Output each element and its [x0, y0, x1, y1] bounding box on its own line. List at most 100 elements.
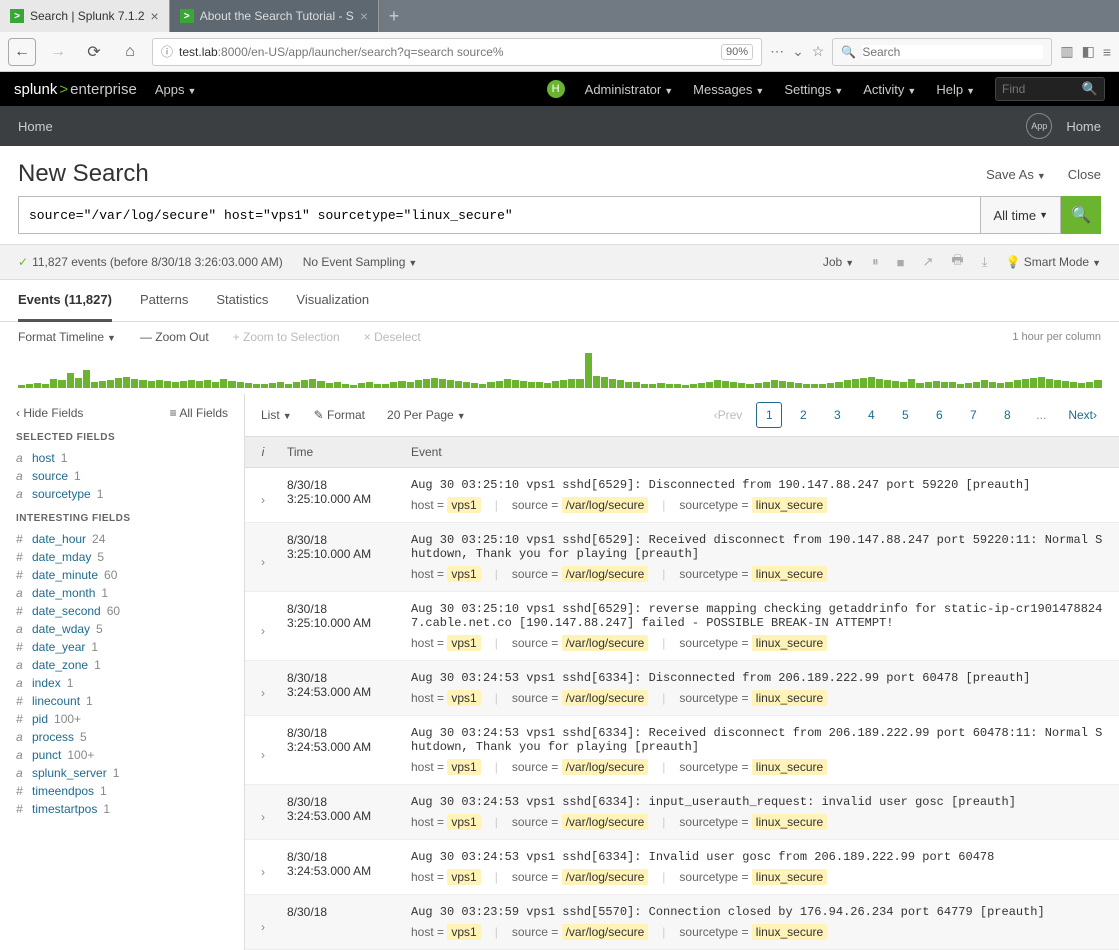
timeline-bar[interactable] [633, 382, 640, 388]
timeline-bar[interactable] [463, 382, 470, 388]
field-name[interactable]: date_mday [32, 550, 91, 564]
sourcetype-value[interactable]: linux_secure [752, 497, 827, 513]
event-time[interactable]: 8/30/183:24:53.000 AM [281, 785, 401, 839]
timeline-bar[interactable] [714, 380, 721, 388]
page-5[interactable]: 5 [892, 402, 918, 428]
timeline-bar[interactable] [957, 384, 964, 388]
timeline-bar[interactable] [981, 380, 988, 388]
field-item[interactable]: #linecount1 [16, 692, 228, 710]
timeline-bar[interactable] [852, 379, 859, 388]
host-value[interactable]: vps1 [447, 566, 480, 582]
expand-icon[interactable]: › [245, 523, 281, 591]
timeline-bar[interactable] [1022, 379, 1029, 388]
timeline-bar[interactable] [366, 382, 373, 388]
search-query-input[interactable] [18, 196, 980, 234]
page-7[interactable]: 7 [960, 402, 986, 428]
field-item[interactable]: #pid100+ [16, 710, 228, 728]
more-icon[interactable]: ⋯ [770, 43, 784, 60]
timeline-bar[interactable] [593, 376, 600, 388]
forward-button[interactable]: → [44, 38, 72, 66]
bookmark-icon[interactable]: ☆ [812, 43, 825, 60]
event-raw[interactable]: Aug 30 03:24:53 vps1 sshd[6334]: Disconn… [411, 671, 1109, 685]
timeline-bar[interactable] [253, 384, 260, 388]
timeline-bar[interactable] [512, 380, 519, 388]
timeline-bar[interactable] [722, 381, 729, 388]
field-item[interactable]: #date_minute60 [16, 566, 228, 584]
source-value[interactable]: /var/log/secure [562, 497, 649, 513]
new-tab-button[interactable]: + [379, 0, 409, 32]
timeline-bar[interactable] [342, 384, 349, 388]
apps-menu[interactable]: Apps▼ [155, 82, 197, 97]
app-label[interactable]: Home [1066, 119, 1101, 134]
timeline-bar[interactable] [487, 382, 494, 388]
time-range-picker[interactable]: All time▼ [980, 196, 1061, 234]
reload-button[interactable]: ⟳ [80, 38, 108, 66]
timeline-bar[interactable] [83, 370, 90, 388]
field-name[interactable]: date_second [32, 604, 101, 618]
breadcrumb-home[interactable]: Home [18, 119, 53, 134]
messages-menu[interactable]: Messages▼ [693, 82, 764, 97]
event-raw[interactable]: Aug 30 03:25:10 vps1 sshd[6529]: Disconn… [411, 478, 1109, 492]
timeline-bar[interactable] [91, 382, 98, 388]
field-name[interactable]: timestartpos [32, 802, 97, 816]
timeline-bar[interactable] [358, 383, 365, 388]
source-value[interactable]: /var/log/secure [562, 759, 649, 775]
timeline-bar[interactable] [698, 383, 705, 388]
timeline-bar[interactable] [1070, 382, 1077, 388]
expand-icon[interactable]: › [245, 661, 281, 715]
smart-mode-menu[interactable]: 💡 Smart Mode▼ [1005, 255, 1101, 269]
timeline-bar[interactable] [1038, 377, 1045, 388]
timeline-bar[interactable] [568, 379, 575, 388]
timeline-bar[interactable] [407, 382, 414, 388]
timeline-bar[interactable] [139, 380, 146, 388]
timeline-bar[interactable] [398, 381, 405, 388]
field-item[interactable]: adate_zone1 [16, 656, 228, 674]
timeline-bar[interactable] [795, 383, 802, 388]
timeline-bar[interactable] [576, 379, 583, 388]
activity-menu[interactable]: Activity▼ [863, 82, 916, 97]
format-menu[interactable]: ✎ Format [314, 408, 365, 422]
expand-icon[interactable]: › [245, 785, 281, 839]
url-input[interactable]: ⓘ test.lab:8000/en-US/app/launcher/searc… [152, 38, 762, 66]
info-icon[interactable]: ⓘ [161, 43, 173, 60]
timeline-bar[interactable] [690, 384, 697, 388]
col-info[interactable]: i [245, 437, 281, 467]
timeline-bar[interactable] [674, 384, 681, 388]
timeline-bar[interactable] [1054, 380, 1061, 388]
timeline-bar[interactable] [1014, 380, 1021, 388]
expand-icon[interactable]: › [245, 716, 281, 784]
timeline-bar[interactable] [536, 382, 543, 388]
event-raw[interactable]: Aug 30 03:24:53 vps1 sshd[6334]: input_u… [411, 795, 1109, 809]
source-value[interactable]: /var/log/secure [562, 869, 649, 885]
host-value[interactable]: vps1 [447, 690, 480, 706]
timeline-bar[interactable] [317, 381, 324, 388]
timeline-bar[interactable] [1078, 383, 1085, 388]
field-name[interactable]: splunk_server [32, 766, 107, 780]
timeline-bar[interactable] [908, 379, 915, 388]
timeline-bar[interactable] [67, 373, 74, 388]
timeline-bar[interactable] [196, 381, 203, 388]
timeline-bar[interactable] [1086, 382, 1093, 388]
source-value[interactable]: /var/log/secure [562, 635, 649, 651]
timeline-bar[interactable] [334, 382, 341, 388]
field-name[interactable]: host [32, 451, 55, 465]
field-name[interactable]: date_zone [32, 658, 88, 672]
event-raw[interactable]: Aug 30 03:24:53 vps1 sshd[6334]: Receive… [411, 726, 1109, 754]
browser-search-input[interactable] [862, 45, 1043, 59]
timeline-bar[interactable] [148, 381, 155, 388]
timeline-bar[interactable] [585, 353, 592, 388]
host-value[interactable]: vps1 [447, 497, 480, 513]
timeline-bar[interactable] [544, 383, 551, 388]
menu-icon[interactable]: ≡ [1103, 44, 1111, 60]
page-8[interactable]: 8 [994, 402, 1020, 428]
timeline-bar[interactable] [528, 382, 535, 388]
timeline-bar[interactable] [755, 383, 762, 388]
timeline-bar[interactable] [382, 384, 389, 388]
timeline-bar[interactable] [1030, 378, 1037, 388]
timeline-bar[interactable] [277, 382, 284, 388]
event-raw[interactable]: Aug 30 03:25:10 vps1 sshd[6529]: reverse… [411, 602, 1109, 630]
timeline-bar[interactable] [965, 383, 972, 388]
timeline-bar[interactable] [779, 381, 786, 388]
source-value[interactable]: /var/log/secure [562, 690, 649, 706]
timeline-bar[interactable] [844, 380, 851, 388]
